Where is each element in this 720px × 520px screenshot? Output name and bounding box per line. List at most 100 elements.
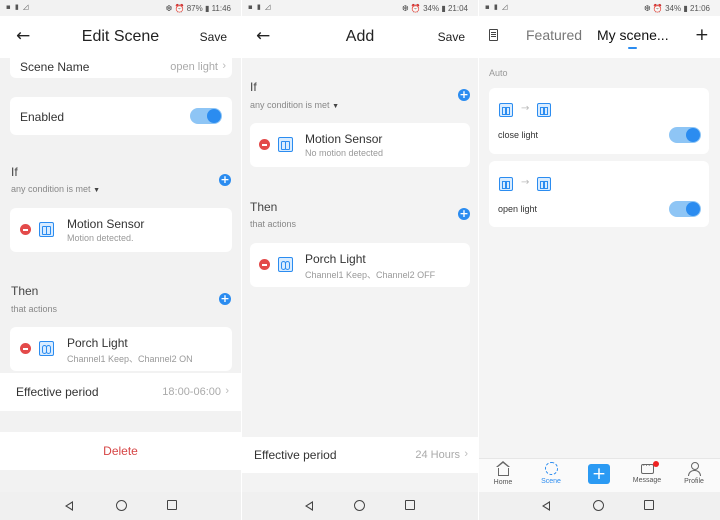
enabled-row: Enabled <box>10 97 232 135</box>
scene-name: open light <box>498 204 538 214</box>
light-switch-icon <box>537 103 551 117</box>
add-scene-screen: ▪ ▮ ◿ ❆ ⏰ 34% ▮ 21:04 ← Add Save If any … <box>242 0 478 520</box>
action-detail: Channel1 Keep、Channel2 OFF <box>305 270 436 280</box>
document-icon[interactable] <box>489 29 498 41</box>
motion-sensor-icon <box>278 137 293 152</box>
nav-recents-icon[interactable] <box>167 500 177 510</box>
condition-detail: No motion detected <box>305 148 384 158</box>
scene-icon <box>544 462 558 475</box>
nav-back-icon[interactable] <box>305 501 313 511</box>
light-switch-icon <box>537 177 551 191</box>
nav-recents-icon[interactable] <box>644 500 654 510</box>
nav-home-icon[interactable] <box>593 500 604 511</box>
then-subtitle: that actions <box>11 304 58 314</box>
scene-toggle[interactable] <box>669 127 701 143</box>
remove-action-button[interactable] <box>20 343 31 354</box>
scene-toggle[interactable] <box>669 201 701 217</box>
enabled-label: Enabled <box>20 110 65 124</box>
motion-sensor-icon <box>39 222 54 237</box>
condition-mode-dropdown[interactable]: any condition is met ▼ <box>11 184 100 194</box>
effective-period-row[interactable]: Effective period 18:00-06:00 › <box>0 373 241 411</box>
remove-condition-button[interactable] <box>259 139 270 150</box>
condition-mode-dropdown[interactable]: any condition is met ▼ <box>250 100 339 110</box>
save-button[interactable]: Save <box>200 30 227 44</box>
tabbar-scene-label: Scene <box>541 478 561 485</box>
condition-device-name: Motion Sensor <box>67 217 145 231</box>
profile-icon <box>687 462 701 476</box>
action-device-name: Porch Light <box>305 252 366 266</box>
status-bar: ▪ ▮ ◿ ❆ ⏰ 87% ▮ 11:46 <box>0 0 241 16</box>
system-nav-bar <box>0 492 241 520</box>
nav-back-icon[interactable] <box>65 501 73 511</box>
add-condition-button[interactable]: + <box>458 89 470 101</box>
scene-card-close-light[interactable]: → close light <box>489 88 709 154</box>
action-device-name: Porch Light <box>67 336 128 350</box>
tabbar-home-label: Home <box>493 479 513 486</box>
arrow-right-icon: → <box>521 177 530 188</box>
status-bar: ▪ ▮ ◿ ❆ ⏰ 34% ▮ 21:04 <box>242 0 478 16</box>
status-right: ❆ ⏰ 34% ▮ 21:06 <box>644 4 710 13</box>
action-card[interactable]: Porch Light Channel1 Keep、Channel2 ON <box>10 327 232 371</box>
action-detail: Channel1 Keep、Channel2 ON <box>67 354 193 364</box>
toggle-knob <box>207 109 221 123</box>
system-nav-bar <box>479 492 720 520</box>
scene-card-open-light[interactable]: → open light <box>489 161 709 227</box>
then-subtitle: that actions <box>250 219 297 229</box>
add-scene-button[interactable]: + <box>695 25 709 45</box>
tabbar-scene[interactable]: Scene <box>531 462 571 485</box>
nav-recents-icon[interactable] <box>405 500 415 510</box>
section-auto-label: Auto <box>489 68 508 78</box>
action-card[interactable]: Porch Light Channel1 Keep、Channel2 OFF <box>250 243 470 287</box>
tabbar-message[interactable]: Message <box>627 461 667 484</box>
bottom-tab-bar: Home Scene + Message Profile <box>479 458 720 492</box>
scene-name: close light <box>498 130 539 140</box>
then-title: Then <box>11 284 39 298</box>
remove-action-button[interactable] <box>259 259 270 270</box>
effective-period-label: Effective period <box>16 385 99 399</box>
effective-period-row[interactable]: Effective period 24 Hours › <box>242 437 478 473</box>
toggle-knob <box>686 202 700 216</box>
condition-card[interactable]: Motion Sensor No motion detected <box>250 123 470 167</box>
condition-card[interactable]: Motion Sensor Motion detected. <box>10 208 232 252</box>
message-icon <box>640 461 654 474</box>
add-condition-button[interactable]: + <box>219 174 231 186</box>
if-title: If <box>250 80 257 94</box>
delete-button[interactable]: Delete <box>0 432 241 470</box>
condition-mode-label: any condition is met <box>11 184 91 194</box>
condition-device-name: Motion Sensor <box>305 132 383 146</box>
effective-period-value: 24 Hours <box>415 449 460 461</box>
motion-sensor-icon <box>499 103 513 117</box>
light-switch-icon <box>278 257 293 272</box>
status-bar: ▪ ▮ ◿ ❆ ⏰ 34% ▮ 21:06 <box>479 0 720 16</box>
effective-period-value: 18:00-06:00 <box>162 386 221 398</box>
status-right: ❆ ⏰ 87% ▮ 11:46 <box>165 4 231 13</box>
nav-back-icon[interactable] <box>542 501 550 511</box>
enabled-toggle[interactable] <box>190 108 222 124</box>
effective-period-label: Effective period <box>254 448 337 462</box>
chevron-right-icon: › <box>225 385 229 397</box>
if-title: If <box>11 165 18 179</box>
add-action-button[interactable]: + <box>219 293 231 305</box>
tab-my-scenes[interactable]: My scene... <box>597 27 669 43</box>
tab-featured[interactable]: Featured <box>526 27 582 43</box>
active-tab-indicator <box>628 47 637 49</box>
scenes-header: Featured My scene... + <box>479 16 720 58</box>
save-button[interactable]: Save <box>438 30 465 44</box>
tabbar-add[interactable]: + <box>579 464 619 484</box>
my-scenes-screen: ▪ ▮ ◿ ❆ ⏰ 34% ▮ 21:06 Featured My scene.… <box>479 0 720 520</box>
tabbar-profile[interactable]: Profile <box>674 462 714 485</box>
condition-detail: Motion detected. <box>67 233 134 243</box>
tabbar-profile-label: Profile <box>684 478 704 485</box>
scene-name-row[interactable]: Scene Name open light › <box>10 58 232 78</box>
tabbar-message-label: Message <box>632 477 662 484</box>
tabbar-home[interactable]: Home <box>483 461 523 486</box>
motion-sensor-icon <box>499 177 513 191</box>
remove-condition-button[interactable] <box>20 224 31 235</box>
edit-scene-header: ← Edit Scene Save <box>0 16 241 58</box>
nav-home-icon[interactable] <box>354 500 365 511</box>
then-title: Then <box>250 200 278 214</box>
caret-down-icon: ▼ <box>93 187 100 194</box>
chevron-right-icon: › <box>222 60 226 72</box>
add-action-button[interactable]: + <box>458 208 470 220</box>
nav-home-icon[interactable] <box>116 500 127 511</box>
